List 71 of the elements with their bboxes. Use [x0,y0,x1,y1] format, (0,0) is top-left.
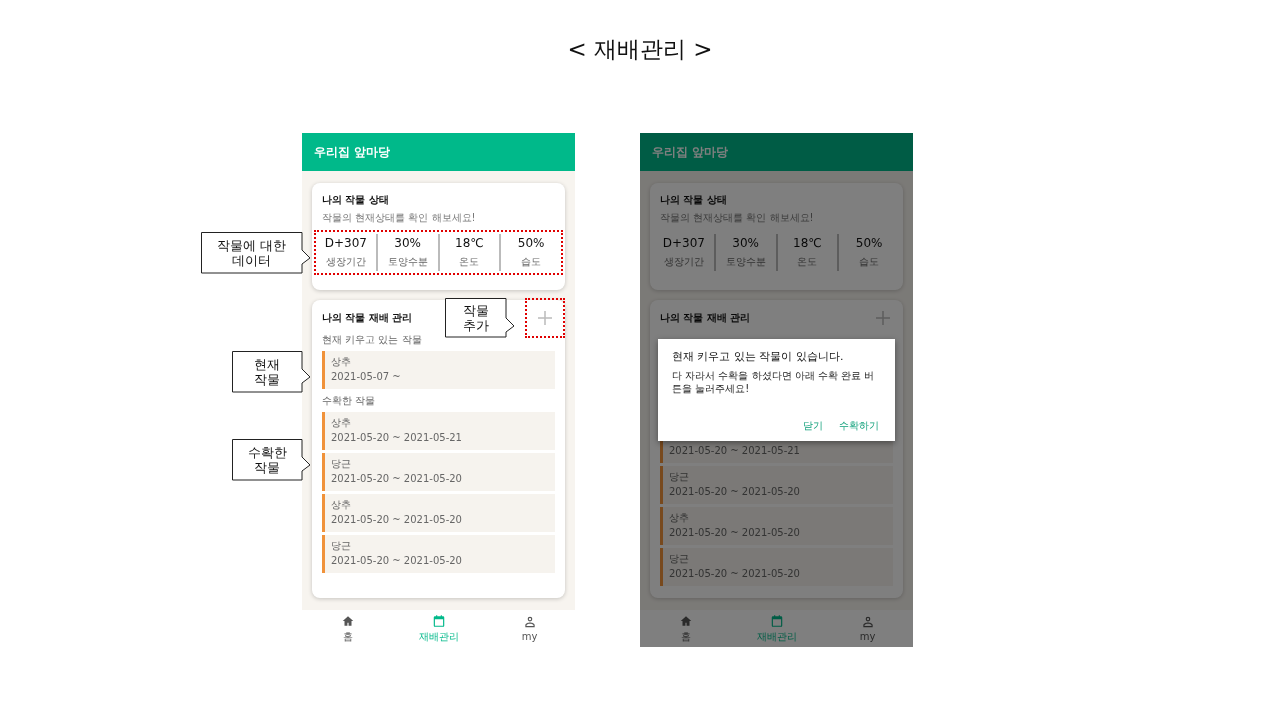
stat-label: 온도 [797,255,818,269]
card-title: 나의 작물 상태 [322,193,390,207]
stat-value: D+307 [662,236,705,250]
stat-label: 습도 [859,255,880,269]
callout-text: 작물 추가 [462,302,489,333]
crop-item[interactable]: 상추 2021-05-20 ~ 2021-05-20 [322,494,555,532]
crop-period: 2021-05-20 ~ 2021-05-20 [669,486,801,498]
crop-period: 2021-05-20 ~ 2021-05-20 [331,514,463,526]
card-title: 나의 작물 상태 [660,193,728,207]
person-icon [860,615,875,629]
crop-item[interactable]: 상추 2021-05-20 ~ 2021-05-20 [660,507,893,545]
stat-value: 30% [394,236,421,250]
plus-icon [876,311,890,325]
crop-period: 2021-05-20 ~ 2021-05-20 [331,473,463,485]
calendar-icon [769,613,784,628]
stat-value: D+307 [324,236,367,250]
nav-tab[interactable]: 홈 [640,610,731,647]
nav-tab[interactable]: my [822,610,913,647]
nav-tab[interactable]: 재배관리 [393,610,484,647]
stat-label: 토양수분 [387,255,428,269]
stat-label: 생장기간 [325,255,366,269]
dialog-text: 다 자라서 수확을 하셨다면 아래 수확 완료 버튼을 눌러주세요! [672,369,876,395]
crop-item[interactable]: 상추 2021-05-07 ~ [322,351,555,389]
crop-name: 당근 [331,540,352,552]
crop-item[interactable]: 당근 2021-05-20 ~ 2021-05-20 [660,548,893,586]
person-icon [522,615,537,629]
nav-tab[interactable]: 재배관리 [731,610,822,647]
crop-name: 당근 [331,458,352,470]
crop-item[interactable]: 상추 2021-05-20 ~ 2021-05-21 [322,412,555,450]
crop-item[interactable]: 당근 2021-05-20 ~ 2021-05-20 [322,453,555,491]
crop-name: 상추 [331,499,352,511]
card-subtitle: 작물의 현재상태를 확인 해보세요! [660,211,815,225]
crop-name: 당근 [669,471,690,483]
stat-value: 18℃ [793,236,822,250]
app-title: 우리집 앞마당 [314,143,391,161]
crop-period: 2021-05-20 ~ 2021-05-20 [669,527,801,539]
nav-tab[interactable]: my [484,610,575,647]
card-title: 나의 작물 재배 관리 [660,311,751,325]
crop-name: 상추 [669,512,690,524]
stat-value: 50% [517,236,545,250]
section-heading: 현재 키우고 있는 작물 [322,333,423,347]
stat-label: 습도 [521,255,542,269]
stat-label: 토양수분 [725,255,766,269]
slide-title: < 재배관리 > [567,36,713,62]
app-title: 우리집 앞마당 [652,143,729,161]
crop-period: 2021-05-07 ~ [331,371,402,383]
crop-period: 2021-05-20 ~ 2021-05-20 [669,568,801,580]
stat-value: 30% [732,236,759,250]
callout-text: 현재 작물 [254,356,280,387]
crop-period: 2021-05-20 ~ 2021-05-21 [669,445,801,457]
crop-name: 상추 [331,356,352,368]
stat-value: 50% [855,236,883,250]
callout-text: 수확한 작물 [247,444,287,475]
card-subtitle: 작물의 현재상태를 확인 해보세요! [322,211,477,225]
stat-value: 18℃ [455,236,484,250]
add-button[interactable] [525,298,565,338]
card-title: 나의 작물 재배 관리 [322,311,413,325]
crop-item[interactable]: 당근 2021-05-20 ~ 2021-05-20 [322,535,555,573]
crop-period: 2021-05-20 ~ 2021-05-21 [331,432,463,444]
crop-name: 상추 [331,417,352,429]
crop-period: 2021-05-20 ~ 2021-05-20 [331,555,463,567]
dialog-message: 현재 키우고 있는 작물이 있습니다. [672,349,845,364]
nav-tab[interactable]: 홈 [302,610,393,647]
crop-name: 당근 [669,553,690,565]
plus-icon [538,311,552,325]
callout-text: 작물에 대한 데이터 [216,237,287,268]
stat-label: 온도 [459,255,480,269]
section-heading: 수확한 작물 [322,394,377,408]
crop-item[interactable]: 당근 2021-05-20 ~ 2021-05-20 [660,466,893,504]
stat-label: 생장기간 [663,255,704,269]
calendar-icon [431,613,446,628]
